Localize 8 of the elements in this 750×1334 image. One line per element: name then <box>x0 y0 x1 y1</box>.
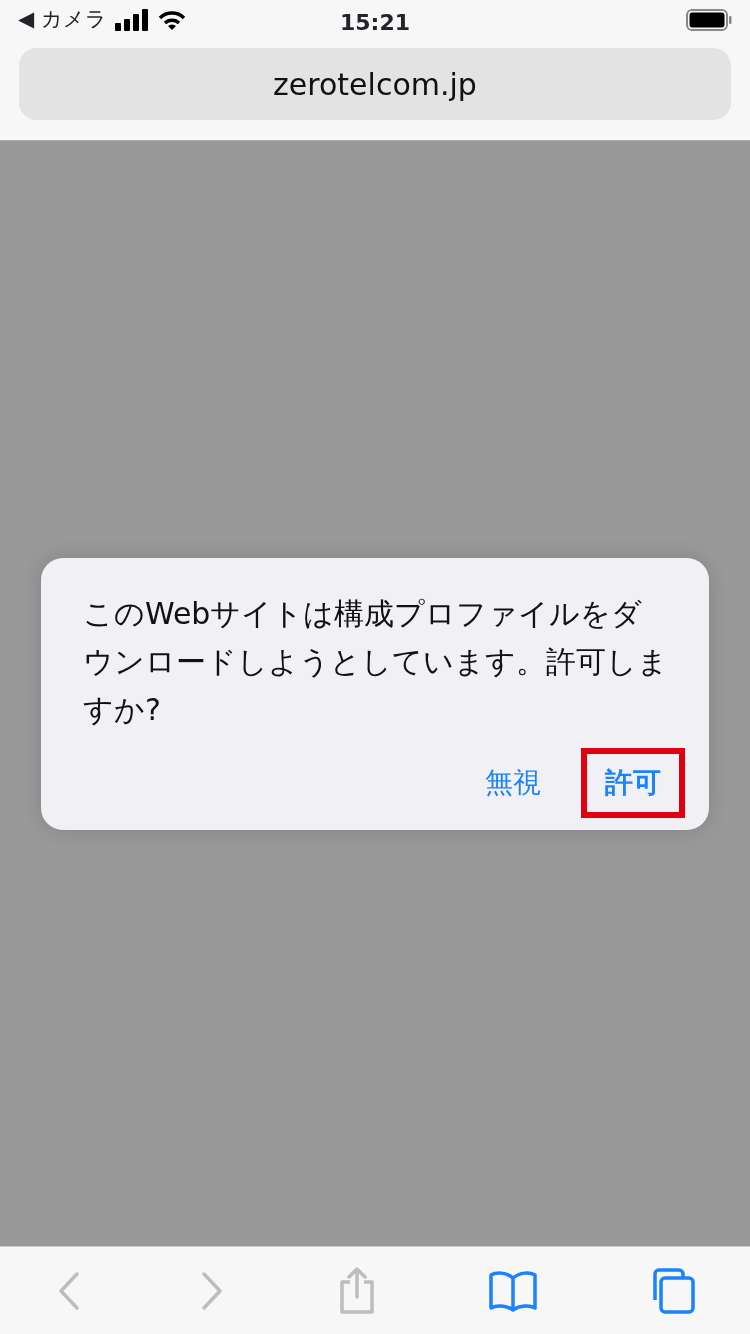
signal-icon <box>114 9 149 31</box>
address-bar[interactable]: zerotelcom.jp <box>19 48 731 120</box>
clock-time: 15:21 <box>340 9 410 37</box>
wifi-icon <box>156 9 187 31</box>
book-icon[interactable] <box>487 1269 538 1312</box>
back-to-app-link[interactable]: ◀ カメラ <box>18 4 107 36</box>
battery-icon <box>686 9 732 31</box>
dialog-message: このWebサイトは構成プロファイルをダウンロードしようとしています。許可しますか? <box>83 594 669 729</box>
